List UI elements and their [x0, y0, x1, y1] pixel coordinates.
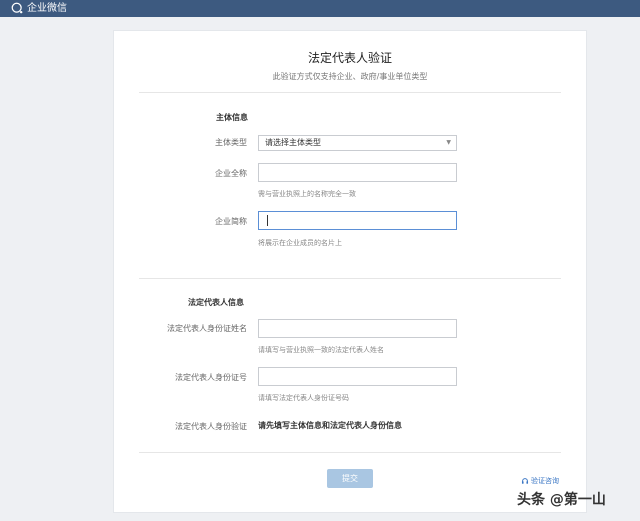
divider [139, 278, 561, 279]
wecom-logo-icon[interactable] [11, 2, 24, 15]
entity-type-select[interactable]: 请选择主体类型 ▼ [258, 135, 457, 151]
divider [139, 92, 561, 93]
divider [139, 452, 561, 453]
rep-name-hint: 请填写与营业执照一致的法定代表人姓名 [258, 346, 384, 354]
entity-type-value: 请选择主体类型 [265, 138, 321, 147]
rep-verify-status: 请先填写主体信息和法定代表人身份信息 [258, 421, 402, 430]
rep-verify-label: 法定代表人身份验证 [175, 422, 247, 431]
company-shortname-hint: 将展示在企业成员的名片上 [258, 239, 342, 247]
verification-card: 法定代表人验证 此验证方式仅支持企业、政府/事业单位类型 主体信息 主体类型 请… [113, 30, 587, 513]
entity-type-label: 主体类型 [215, 138, 247, 147]
company-fullname-input[interactable] [258, 163, 457, 182]
verify-help-label: 验证咨询 [531, 477, 559, 485]
watermark: 头条 @第一山 [517, 492, 606, 508]
verify-help-link[interactable]: 验证咨询 [521, 476, 559, 486]
company-fullname-label: 企业全称 [215, 169, 247, 178]
chevron-down-icon: ▼ [446, 139, 451, 146]
rep-id-input[interactable] [258, 367, 457, 386]
brand-name: 企业微信 [27, 3, 67, 14]
page-title: 法定代表人验证 [307, 51, 392, 65]
rep-id-label: 法定代表人身份证号 [175, 373, 247, 382]
text-cursor [267, 215, 268, 226]
rep-name-label: 法定代表人身份证姓名 [167, 324, 247, 333]
rep-id-hint: 请填写法定代表人身份证号码 [258, 394, 349, 402]
company-shortname-label: 企业简称 [215, 217, 247, 226]
headset-icon [521, 478, 529, 484]
company-fullname-hint: 需与营业执照上的名称完全一致 [258, 190, 356, 198]
rep-section-title: 法定代表人信息 [188, 298, 244, 307]
rep-name-input[interactable] [258, 319, 457, 338]
submit-button[interactable]: 提交 [327, 469, 373, 488]
entity-section-title: 主体信息 [216, 113, 248, 122]
top-bar: 企业微信 [0, 0, 640, 17]
page-subtitle: 此验证方式仅支持企业、政府/事业单位类型 [272, 72, 428, 81]
company-shortname-input[interactable] [258, 211, 457, 230]
